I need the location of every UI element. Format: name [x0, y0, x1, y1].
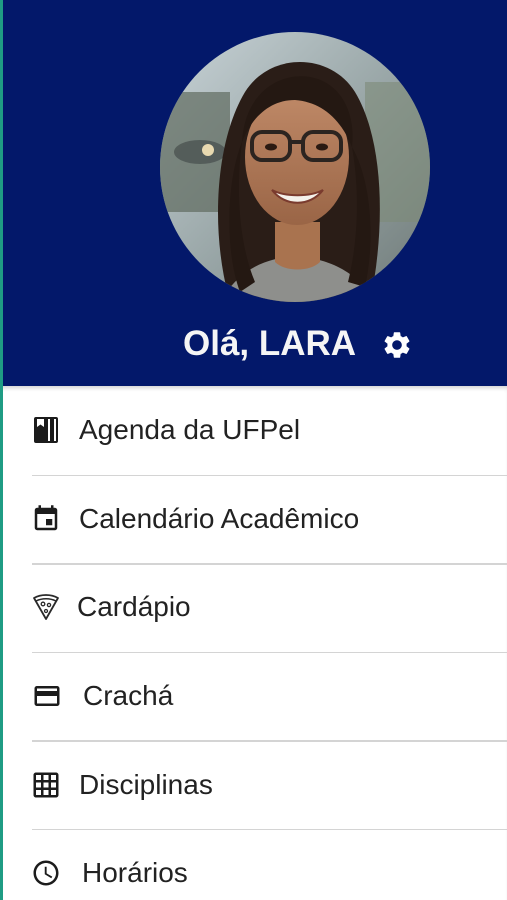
user-avatar[interactable]	[160, 32, 430, 302]
navigation-drawer: Olá, LARA Agenda da UFPel Calendário Aca…	[0, 0, 507, 900]
menu-label-cracha: Crachá	[83, 680, 174, 712]
menu-item-calendario[interactable]: Calendário Acadêmico	[0, 474, 507, 564]
drawer-menu: Agenda da UFPel Calendário Acadêmico Car…	[0, 386, 507, 900]
calendar-icon	[31, 504, 61, 534]
pizza-icon	[31, 592, 61, 622]
menu-label-disciplinas: Disciplinas	[79, 768, 213, 800]
gear-icon[interactable]	[381, 329, 413, 361]
menu-item-cracha[interactable]: Crachá	[0, 651, 507, 741]
avatar-photo	[160, 32, 430, 302]
left-edge-strip	[0, 0, 3, 900]
menu-item-disciplinas[interactable]: Disciplinas	[0, 740, 507, 829]
menu-item-horarios[interactable]: Horários	[0, 828, 507, 900]
credit-card-icon	[31, 681, 61, 711]
menu-item-cardapio[interactable]: Cardápio	[0, 563, 507, 652]
greeting-text: Olá, LARA	[183, 324, 357, 363]
menu-label-calendario: Calendário Acadêmico	[79, 502, 360, 534]
menu-label-agenda: Agenda da UFPel	[79, 414, 301, 446]
grid-icon	[31, 770, 61, 800]
menu-item-agenda[interactable]: Agenda da UFPel	[0, 386, 507, 475]
drawer-header: Olá, LARA	[0, 0, 507, 386]
menu-label-cardapio: Cardápio	[77, 591, 191, 623]
menu-label-horarios: Horários	[82, 857, 188, 889]
book-icon	[31, 415, 61, 445]
clock-icon	[31, 858, 61, 888]
